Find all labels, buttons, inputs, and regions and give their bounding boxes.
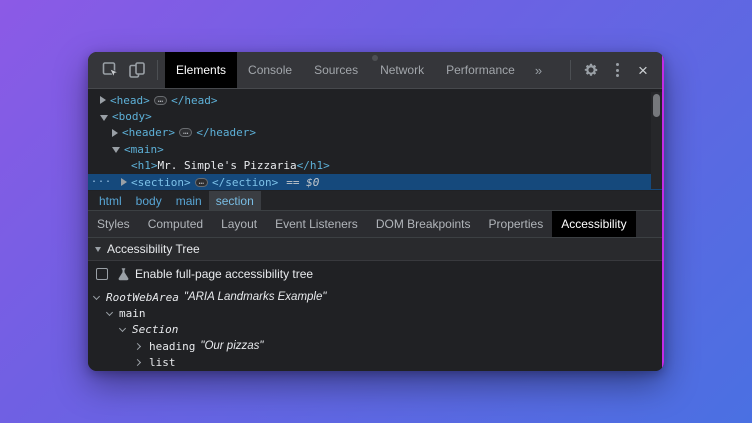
tab-sources[interactable]: Sources [303, 52, 369, 88]
breadcrumb: html body main section [88, 191, 664, 210]
inspect-element-icon[interactable] [98, 57, 124, 83]
expand-arrow-icon[interactable] [112, 129, 118, 137]
chevron-right-icon[interactable] [134, 343, 141, 350]
dom-node-section-selected[interactable]: ... <section> … </section> == $0 [88, 174, 664, 190]
tab-computed[interactable]: Computed [139, 211, 212, 237]
tab-dom-breakpoints[interactable]: DOM Breakpoints [367, 211, 480, 237]
tab-accessibility[interactable]: Accessibility [552, 211, 635, 237]
a11y-role: heading [149, 340, 195, 353]
dom-node-header[interactable]: <header> … </header> [88, 125, 664, 141]
checkbox-label: Enable full-page accessibility tree [135, 267, 313, 281]
expand-arrow-icon[interactable] [121, 178, 127, 186]
window-right-edge [662, 52, 664, 371]
tag-open: <main> [124, 143, 164, 156]
tab-console[interactable]: Console [237, 52, 303, 88]
accessibility-tree-section-header[interactable]: Accessibility Tree [88, 238, 664, 261]
ellipsis-badge[interactable]: … [195, 178, 208, 187]
tag-open: <h1> [131, 159, 158, 172]
dom-node-body[interactable]: <body> [88, 108, 664, 124]
a11y-node-main[interactable]: main [88, 305, 664, 321]
chevron-down-icon[interactable] [119, 325, 126, 332]
a11y-role: main [119, 307, 146, 320]
ellipsis-badge[interactable]: … [179, 128, 192, 137]
device-toolbar-icon[interactable] [124, 57, 150, 83]
tag-close: </h1> [297, 159, 330, 172]
chevron-right-icon[interactable] [134, 359, 141, 366]
gutter-overflow-dots: ... [91, 174, 112, 185]
toolbar-separator [157, 60, 158, 80]
tab-elements[interactable]: Elements [165, 52, 237, 88]
breadcrumb-item-section[interactable]: section [209, 191, 261, 210]
toolbar-right-controls: × [563, 57, 656, 83]
tab-styles[interactable]: Styles [88, 211, 139, 237]
a11y-node-list[interactable]: list [88, 355, 664, 371]
tag-open: <section> [131, 176, 191, 189]
text-node: Mr. Simple's Pizzaria [158, 159, 297, 172]
enable-a11y-tree-row: Enable full-page accessibility tree [88, 261, 664, 287]
collapse-arrow-icon[interactable] [100, 115, 108, 121]
tag-close: </header> [196, 126, 256, 139]
scrollbar-thumb[interactable] [653, 94, 660, 117]
enable-a11y-tree-checkbox[interactable] [96, 268, 108, 280]
a11y-node-rootwebarea[interactable]: RootWebArea "ARIA Landmarks Example" [88, 289, 664, 305]
desktop-background: Elements Console Sources Network Perform… [0, 0, 752, 423]
tab-event-listeners[interactable]: Event Listeners [266, 211, 367, 237]
chevron-down-icon[interactable] [106, 309, 113, 316]
ellipsis-badge[interactable]: … [154, 96, 167, 105]
a11y-role: list [149, 356, 176, 369]
expand-arrow-icon[interactable] [100, 96, 106, 104]
tag-close: </section> [212, 176, 278, 189]
tag-open: <header> [122, 126, 175, 139]
accessibility-tree: RootWebArea "ARIA Landmarks Example" mai… [88, 287, 664, 371]
tab-layout[interactable]: Layout [212, 211, 266, 237]
collapse-arrow-icon[interactable] [95, 247, 101, 252]
breadcrumb-item-html[interactable]: html [92, 191, 129, 210]
a11y-node-section[interactable]: Section [88, 322, 664, 338]
more-tabs-icon[interactable]: » [526, 52, 551, 88]
dom-node-h1[interactable]: <h1> Mr. Simple's Pizzaria </h1> [88, 158, 664, 174]
dom-tree-scrollbar[interactable] [651, 92, 662, 189]
dom-node-main[interactable]: <main> [88, 141, 664, 157]
a11y-name: "Our pizzas" [200, 340, 263, 352]
tab-network[interactable]: Network [369, 52, 435, 88]
a11y-role: Section [132, 323, 178, 336]
window-drag-dot [372, 55, 378, 61]
devtools-window: Elements Console Sources Network Perform… [88, 52, 664, 371]
sidebar-panel-tabs: Styles Computed Layout Event Listeners D… [88, 210, 664, 238]
settings-gear-icon[interactable] [578, 57, 604, 83]
a11y-name: "ARIA Landmarks Example" [184, 291, 327, 303]
a11y-node-heading[interactable]: heading "Our pizzas" [88, 338, 664, 354]
close-icon[interactable]: × [630, 57, 656, 83]
tag-open: <body> [112, 110, 152, 123]
section-title: Accessibility Tree [107, 242, 200, 256]
breadcrumb-item-main[interactable]: main [169, 191, 209, 210]
tag-close: </head> [171, 94, 217, 107]
tab-performance[interactable]: Performance [435, 52, 526, 88]
chevron-down-icon[interactable] [93, 293, 100, 300]
tab-properties[interactable]: Properties [480, 211, 553, 237]
dom-node-head[interactable]: <head> … </head> [88, 92, 664, 108]
breadcrumb-item-body[interactable]: body [129, 191, 169, 210]
tag-open: <head> [110, 94, 150, 107]
menu-dots-icon[interactable] [604, 57, 630, 83]
a11y-role: RootWebArea [106, 291, 179, 304]
selected-node-hint: == $0 [286, 176, 319, 189]
experiment-flask-icon [117, 267, 130, 281]
toolbar-separator [570, 60, 571, 80]
devtools-tab-bar: Elements Console Sources Network Perform… [165, 52, 551, 88]
elements-dom-tree: <head> … </head> <body> <header> … </hea… [88, 89, 664, 191]
collapse-arrow-icon[interactable] [112, 147, 120, 153]
